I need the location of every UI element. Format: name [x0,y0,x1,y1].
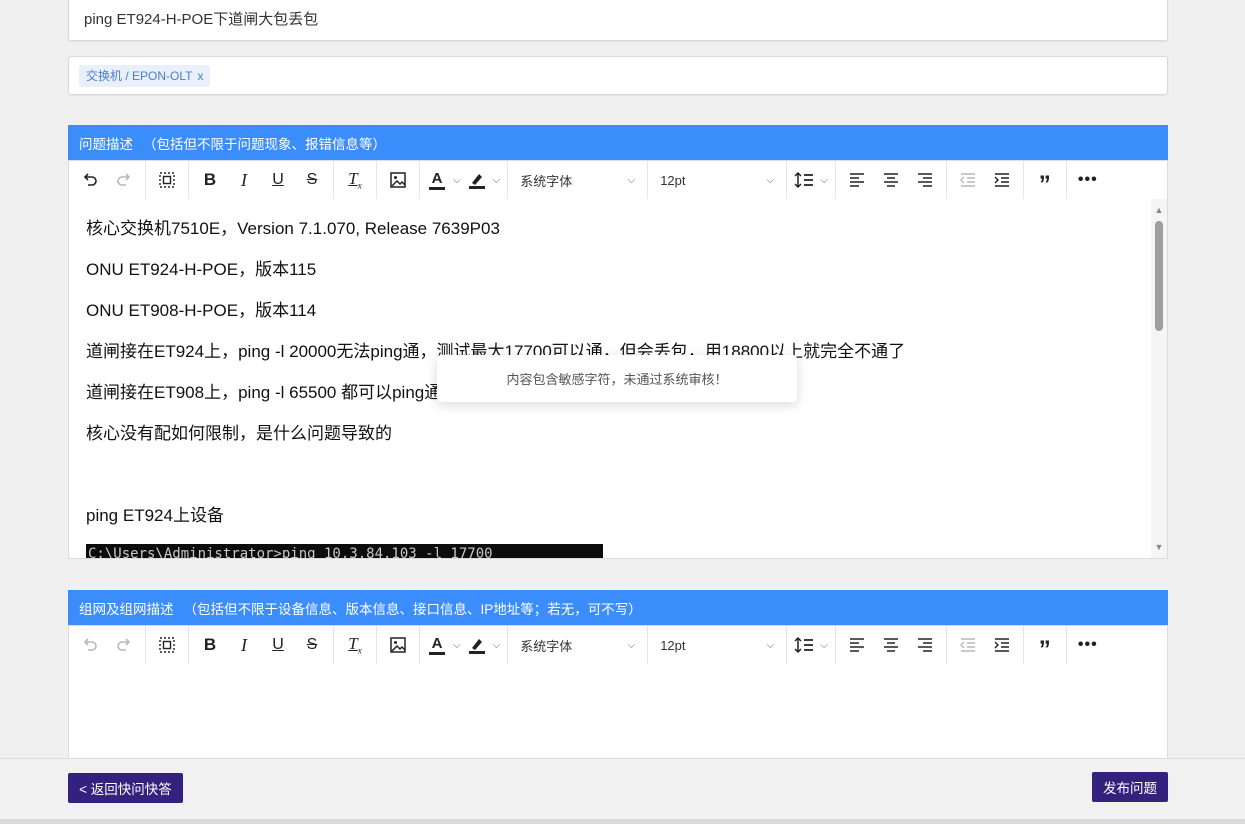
highlight-color-icon [468,639,485,654]
line-height-button[interactable]: ⌵ [791,171,831,189]
description-section-hint: （包括但不限于问题现象、报错信息等） [143,136,386,152]
blockquote-icon[interactable]: ” [1028,630,1062,662]
editor-line: ONU ET908-H-POE，版本114 [86,301,317,320]
highlight-color-icon [468,174,485,189]
italic-icon[interactable]: I [227,165,261,195]
more-icon[interactable]: ••• [1071,630,1105,660]
publish-question-button[interactable]: 发布问题 [1092,772,1168,802]
category-tag-input[interactable]: 交换机 / EPON-OLT x [68,56,1168,95]
chevron-down-icon: ⌵ [766,174,775,186]
clear-format-icon[interactable]: Tx [338,630,372,660]
chevron-down-icon: ⌵ [453,174,461,186]
font-family-select[interactable]: 系统字体 ⌵ [508,626,649,664]
chevron-down-icon: ⌵ [820,639,828,651]
chevron-down-icon: ⌵ [820,174,828,186]
scroll-up-icon[interactable]: ▲ [1151,203,1167,217]
editor-blank-line [86,463,1150,487]
network-section-hint: （包括但不限于设备信息、版本信息、接口信息、IP地址等；若无，可不写） [183,601,642,617]
editor-line: ping ET924上设备 [86,506,224,525]
bold-icon[interactable]: B [193,630,227,660]
more-icon[interactable]: ••• [1071,165,1105,195]
chevron-down-icon: ⌵ [766,639,775,651]
tag-remove-button[interactable]: x [197,69,203,83]
back-to-qa-button[interactable]: < 返回快问快答 [68,773,183,803]
font-color-icon: A [427,171,447,190]
line-height-icon [794,171,814,189]
bottom-divider [0,819,1245,824]
font-size-value: 12pt [660,637,686,653]
chevron-down-icon: ⌵ [453,639,461,651]
align-center-icon[interactable] [874,165,908,195]
toast-message: 内容包含敏感字符，未通过系统审核！ [506,372,728,387]
select-all-icon[interactable] [150,165,184,195]
scrollbar-thumb[interactable] [1155,221,1163,331]
font-color-button[interactable]: A ⌵ [424,636,464,655]
chevron-down-icon: ⌵ [627,174,636,186]
indent-icon[interactable] [985,630,1019,660]
editor-line: ONU ET924-H-POE，版本115 [86,260,317,279]
question-title-input[interactable]: ping ET924-H-POE下道闸大包丢包 [68,0,1168,41]
category-tag-label: 交换机 / EPON-OLT [86,69,193,83]
italic-icon[interactable]: I [227,630,261,660]
align-right-icon[interactable] [908,630,942,660]
align-right-icon[interactable] [908,165,942,195]
font-size-select[interactable]: 12pt ⌵ [648,161,788,199]
network-section-title: 组网及组网描述 [79,601,174,617]
category-tag: 交换机 / EPON-OLT x [79,64,211,87]
network-editor-toolbar: B I U S Tx A ⌵ ⌵ 系统字体 ⌵ 12pt ⌵ ⌵ ” ••• [68,625,1168,665]
bold-icon[interactable]: B [193,165,227,195]
font-color-button[interactable]: A ⌵ [424,171,464,190]
image-icon[interactable] [381,165,415,195]
font-family-value: 系统字体 [520,173,573,189]
redo-icon[interactable] [107,630,141,660]
description-section-header: 问题描述 （包括但不限于问题现象、报错信息等） [68,125,1168,160]
chevron-down-icon: ⌵ [627,639,636,651]
chevron-down-icon: ⌵ [492,639,501,651]
highlight-color-button[interactable]: ⌵ [464,635,504,655]
indent-icon[interactable] [985,165,1019,195]
blockquote-icon[interactable]: ” [1028,165,1062,197]
outdent-icon[interactable] [951,165,985,195]
strikethrough-icon[interactable]: S [295,630,329,660]
underline-icon[interactable]: U [261,165,295,195]
font-family-select[interactable]: 系统字体 ⌵ [508,161,649,199]
image-icon[interactable] [381,630,415,660]
strikethrough-icon[interactable]: S [295,165,329,195]
outdent-icon[interactable] [951,630,985,660]
font-size-value: 12pt [660,172,686,188]
select-all-icon[interactable] [150,630,184,660]
editor-scrollbar[interactable]: ▲ ▼ [1151,199,1167,558]
line-height-icon [794,636,814,654]
line-height-button[interactable]: ⌵ [791,636,831,654]
action-footer: < 返回快问快答 发布问题 [0,758,1245,819]
align-left-icon[interactable] [840,165,874,195]
question-title-value: ping ET924-H-POE下道闸大包丢包 [84,11,319,28]
description-section-title: 问题描述 [79,136,133,152]
font-color-icon: A [427,636,447,655]
sensitive-content-toast: 内容包含敏感字符，未通过系统审核！ [437,355,797,402]
embedded-screenshot-cmd: C:\Users\Administrator>ping 10.3.84.103 … [86,544,603,558]
align-left-icon[interactable] [840,630,874,660]
description-editor-toolbar: B I U S Tx A ⌵ ⌵ 系统字体 ⌵ 12pt ⌵ ⌵ ” ••• [68,160,1168,200]
undo-icon[interactable] [73,630,107,660]
editor-line: 核心没有配如何限制，是什么问题导致的 [86,424,392,443]
align-center-icon[interactable] [874,630,908,660]
editor-line: 核心交换机7510E，Version 7.1.070, Release 7639… [86,219,500,238]
chevron-down-icon: ⌵ [492,174,501,186]
network-section-header: 组网及组网描述 （包括但不限于设备信息、版本信息、接口信息、IP地址等；若无，可… [68,590,1168,625]
underline-icon[interactable]: U [261,630,295,660]
highlight-color-button[interactable]: ⌵ [464,170,504,190]
scroll-down-icon[interactable]: ▼ [1151,540,1167,554]
font-size-select[interactable]: 12pt ⌵ [648,626,788,664]
font-family-value: 系统字体 [520,638,573,654]
clear-format-icon[interactable]: Tx [338,165,372,195]
undo-icon[interactable] [73,165,107,195]
redo-icon[interactable] [107,165,141,195]
